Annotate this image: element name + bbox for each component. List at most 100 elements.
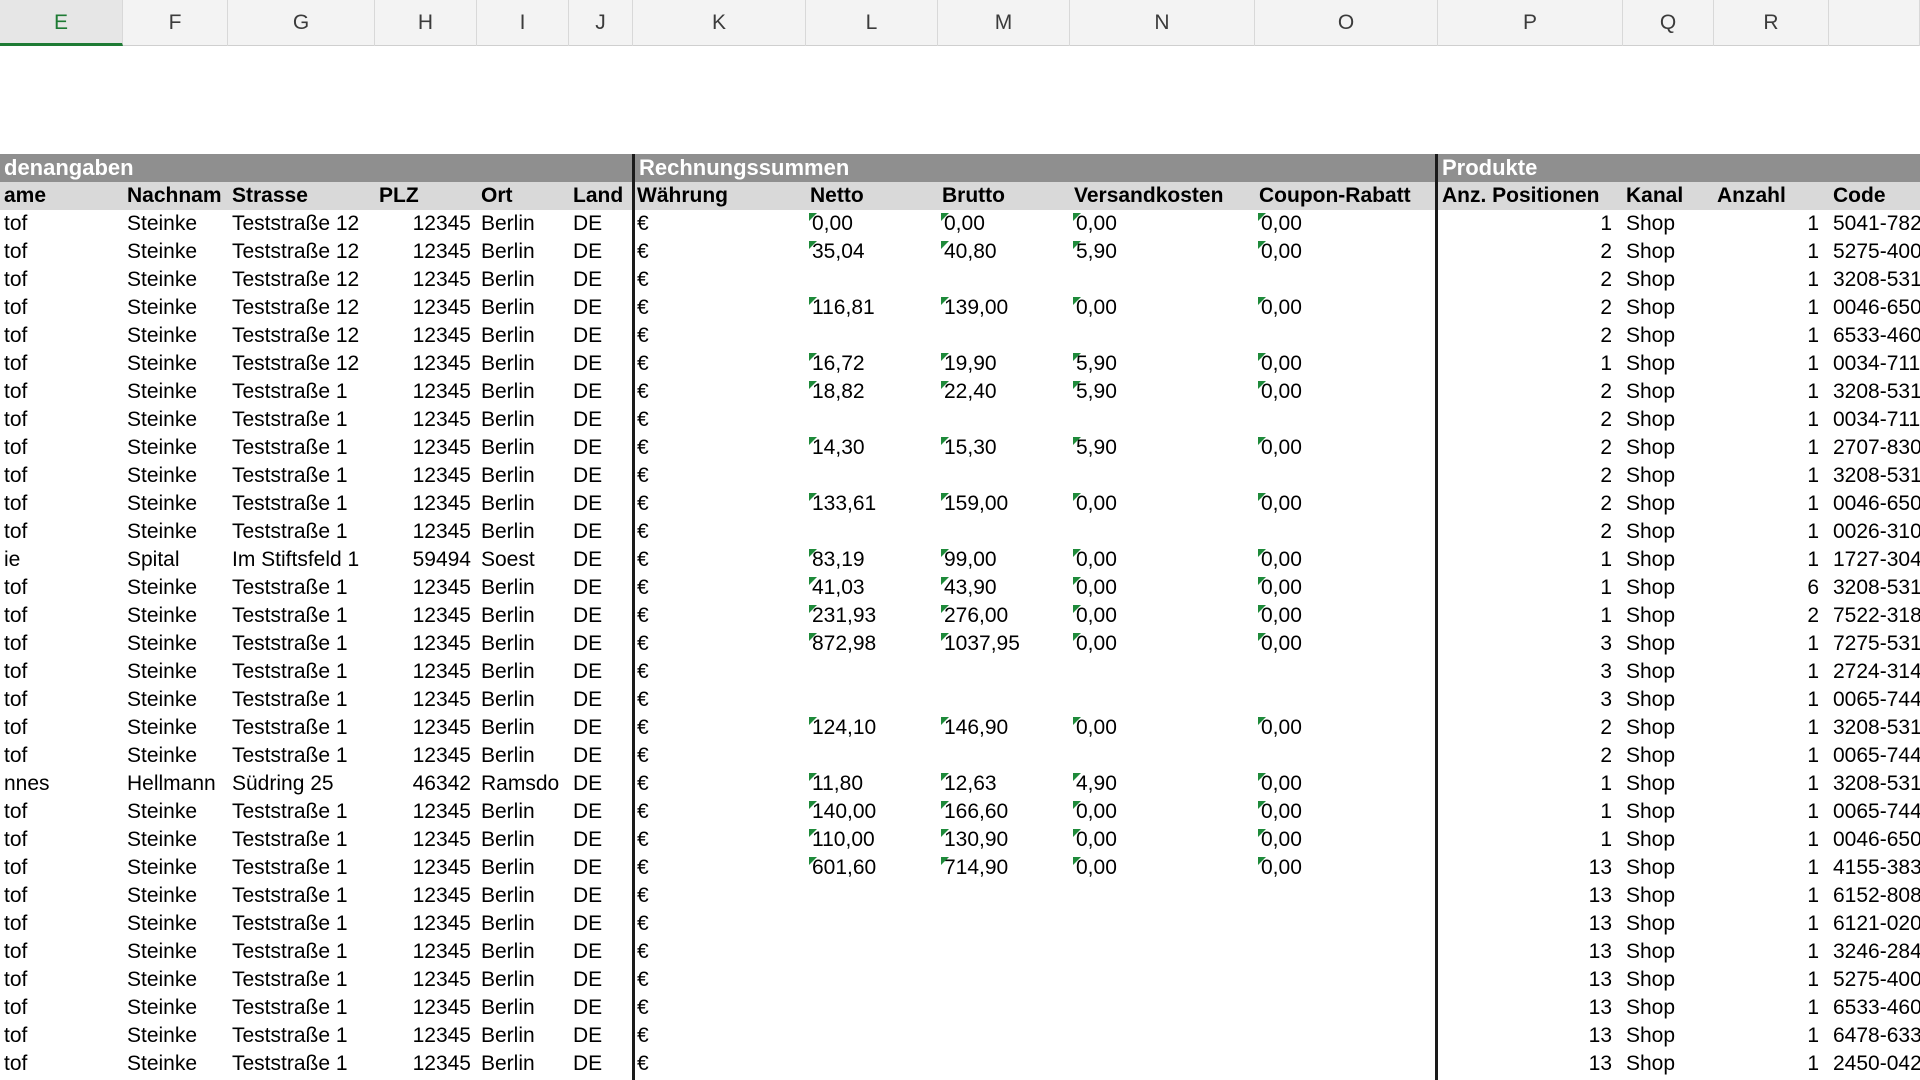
cell-brutto[interactable] (938, 462, 1070, 490)
cell-netto[interactable]: 35,04 (806, 238, 938, 266)
header-brutto[interactable]: Brutto (938, 182, 1070, 210)
column-letter-q[interactable]: Q (1623, 0, 1714, 46)
cell-ort[interactable]: Berlin (477, 714, 569, 742)
cell-waehrung[interactable]: € (633, 378, 806, 406)
cell-anzahl[interactable]: 1 (1713, 322, 1825, 350)
cell-coupon-rabatt[interactable]: 0,00 (1255, 546, 1435, 574)
cell-strasse[interactable]: Teststraße 1 (228, 686, 375, 714)
cell-brutto[interactable]: 43,90 (938, 574, 1070, 602)
cell-versandkosten[interactable] (1070, 406, 1255, 434)
cell-plz[interactable]: 12345 (375, 910, 477, 938)
cell-vorname[interactable]: tof (0, 686, 123, 714)
header-code[interactable]: Code (1829, 182, 1920, 210)
cell-versandkosten[interactable]: 0,00 (1070, 630, 1255, 658)
cell-coupon-rabatt[interactable] (1255, 322, 1435, 350)
cell-coupon-rabatt[interactable]: 0,00 (1255, 294, 1435, 322)
cell-nachname[interactable]: Steinke (123, 406, 228, 434)
cell-waehrung[interactable]: € (633, 658, 806, 686)
cell-coupon-rabatt[interactable]: 0,00 (1255, 490, 1435, 518)
cell-land[interactable]: DE (569, 322, 633, 350)
cell-vorname[interactable]: tof (0, 462, 123, 490)
cell-coupon-rabatt[interactable] (1255, 938, 1435, 966)
cell-ort[interactable]: Berlin (477, 826, 569, 854)
cell-code[interactable]: 0046-650 (1829, 294, 1920, 322)
cell-kanal[interactable]: Shop (1622, 686, 1713, 714)
cell-netto[interactable]: 140,00 (806, 798, 938, 826)
cell-netto[interactable] (806, 658, 938, 686)
cell-coupon-rabatt[interactable]: 0,00 (1255, 854, 1435, 882)
cell-waehrung[interactable]: € (633, 1022, 806, 1050)
cell-versandkosten[interactable] (1070, 658, 1255, 686)
cell-vorname[interactable]: tof (0, 518, 123, 546)
cell-strasse[interactable]: Teststraße 1 (228, 406, 375, 434)
cell-anz-positionen[interactable]: 2 (1438, 490, 1618, 518)
cell-land[interactable]: DE (569, 658, 633, 686)
cell-netto[interactable] (806, 938, 938, 966)
cell-waehrung[interactable]: € (633, 994, 806, 1022)
cell-anz-positionen[interactable]: 2 (1438, 462, 1618, 490)
column-letter-o[interactable]: O (1255, 0, 1438, 46)
cell-strasse[interactable]: Teststraße 1 (228, 994, 375, 1022)
cell-plz[interactable]: 12345 (375, 490, 477, 518)
cell-nachname[interactable]: Steinke (123, 602, 228, 630)
cell-strasse[interactable]: Teststraße 1 (228, 574, 375, 602)
cell-ort[interactable]: Ramsdo (477, 770, 569, 798)
cell-anzahl[interactable]: 1 (1713, 1050, 1825, 1078)
cell-coupon-rabatt[interactable]: 0,00 (1255, 798, 1435, 826)
cell-ort[interactable]: Berlin (477, 238, 569, 266)
cell-waehrung[interactable]: € (633, 602, 806, 630)
cell-coupon-rabatt[interactable]: 0,00 (1255, 630, 1435, 658)
cell-strasse[interactable]: Teststraße 1 (228, 518, 375, 546)
cell-strasse[interactable]: Teststraße 1 (228, 714, 375, 742)
cell-anz-positionen[interactable]: 2 (1438, 742, 1618, 770)
cell-versandkosten[interactable]: 5,90 (1070, 378, 1255, 406)
cell-nachname[interactable]: Steinke (123, 210, 228, 238)
column-letter-g[interactable]: G (228, 0, 375, 46)
cell-ort[interactable]: Berlin (477, 574, 569, 602)
cell-anz-positionen[interactable]: 2 (1438, 518, 1618, 546)
cell-plz[interactable]: 12345 (375, 938, 477, 966)
cell-nachname[interactable]: Steinke (123, 854, 228, 882)
cell-versandkosten[interactable] (1070, 910, 1255, 938)
cell-ort[interactable]: Berlin (477, 1022, 569, 1050)
header-vorname[interactable]: ame (0, 182, 123, 210)
cell-anzahl[interactable]: 1 (1713, 350, 1825, 378)
cell-nachname[interactable]: Steinke (123, 1050, 228, 1078)
cell-netto[interactable]: 133,61 (806, 490, 938, 518)
cell-plz[interactable]: 12345 (375, 266, 477, 294)
column-letter-k[interactable]: K (633, 0, 806, 46)
cell-land[interactable]: DE (569, 966, 633, 994)
cell-nachname[interactable]: Steinke (123, 322, 228, 350)
cell-kanal[interactable]: Shop (1622, 350, 1713, 378)
cell-plz[interactable]: 12345 (375, 630, 477, 658)
cell-code[interactable]: 7275-531 (1829, 630, 1920, 658)
cell-kanal[interactable]: Shop (1622, 714, 1713, 742)
cell-versandkosten[interactable]: 0,00 (1070, 210, 1255, 238)
cell-anzahl[interactable]: 1 (1713, 686, 1825, 714)
cell-kanal[interactable]: Shop (1622, 854, 1713, 882)
cell-anzahl[interactable]: 1 (1713, 882, 1825, 910)
cell-netto[interactable] (806, 462, 938, 490)
cell-anzahl[interactable]: 1 (1713, 742, 1825, 770)
cell-anz-positionen[interactable]: 13 (1438, 910, 1618, 938)
cell-vorname[interactable]: tof (0, 602, 123, 630)
header-waehrung[interactable]: Währung (633, 182, 806, 210)
cell-netto[interactable] (806, 686, 938, 714)
cell-waehrung[interactable]: € (633, 826, 806, 854)
cell-vorname[interactable]: tof (0, 266, 123, 294)
cell-ort[interactable]: Berlin (477, 938, 569, 966)
cell-brutto[interactable] (938, 1022, 1070, 1050)
cell-ort[interactable]: Berlin (477, 350, 569, 378)
cell-nachname[interactable]: Steinke (123, 994, 228, 1022)
cell-nachname[interactable]: Steinke (123, 910, 228, 938)
cell-brutto[interactable]: 714,90 (938, 854, 1070, 882)
cell-anzahl[interactable]: 1 (1713, 770, 1825, 798)
cell-plz[interactable]: 12345 (375, 994, 477, 1022)
cell-strasse[interactable]: Teststraße 1 (228, 378, 375, 406)
cell-code[interactable]: 7522-318 (1829, 602, 1920, 630)
cell-land[interactable]: DE (569, 574, 633, 602)
cell-kanal[interactable]: Shop (1622, 322, 1713, 350)
cell-land[interactable]: DE (569, 630, 633, 658)
cell-waehrung[interactable]: € (633, 966, 806, 994)
cell-plz[interactable]: 12345 (375, 798, 477, 826)
